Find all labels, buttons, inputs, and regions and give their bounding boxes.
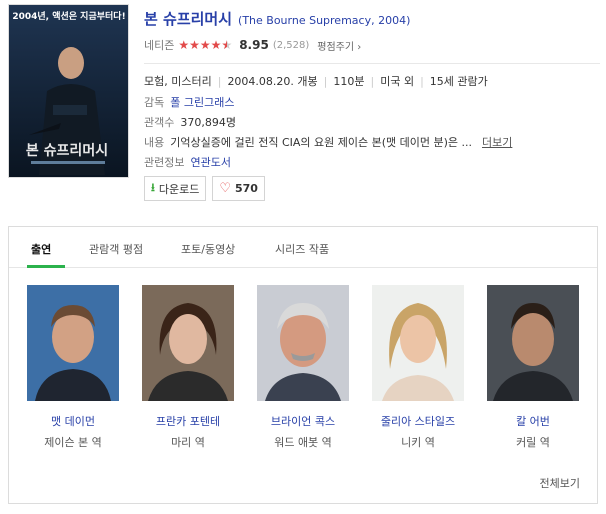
download-label: 다운로드: [158, 182, 200, 196]
star-icon: ★: [178, 38, 190, 52]
view-all-link[interactable]: 전체보기: [540, 475, 580, 491]
content-row: 내용 기억상실증에 걸린 전직 CIA의 요원 제이슨 본(맷 데이먼 분)은 …: [144, 132, 600, 152]
cast-role: 니키 역: [401, 436, 435, 449]
genre: 모험, 미스터리: [144, 75, 212, 88]
tab-cast[interactable]: 출연: [31, 241, 51, 257]
separator: |: [420, 74, 424, 88]
title-row: 본 슈프리머시 (The Bourne Supremacy, 2004): [144, 8, 600, 30]
rate-button-label: 평점주기: [317, 41, 355, 53]
download-arrow-icon: ⭳: [151, 181, 155, 194]
star-icon: ★: [189, 38, 200, 52]
cast-item[interactable]: 브라이언 콕스 워드 애봇 역: [257, 285, 349, 450]
cast-photo[interactable]: [487, 285, 579, 401]
audience-row: 관객수 370,894명: [144, 112, 600, 132]
meta-row: 모험, 미스터리 | 2004.08.20. 개봉 | 110분 | 미국 외 …: [144, 72, 600, 90]
poster-tagline: 2004년, 액션은 지금부터다!: [12, 10, 125, 22]
chevron-right-icon: ›: [354, 41, 362, 53]
cast-name[interactable]: 맷 데이먼: [27, 413, 119, 429]
cast-photo[interactable]: [27, 285, 119, 401]
release-date: 2004.08.20. 개봉: [227, 75, 318, 88]
more-link[interactable]: 더보기: [482, 134, 512, 150]
cast-photo[interactable]: [142, 285, 234, 401]
action-buttons: ⭳ 다운로드 ♡ 570: [144, 176, 265, 201]
related-label: 관련정보: [144, 156, 185, 169]
divider: [144, 63, 600, 64]
cast-role: 마리 역: [171, 436, 205, 449]
director-row: 감독 폴 그린그래스: [144, 92, 600, 112]
poster-title: 본 슈프리머시: [26, 143, 108, 159]
movie-info: 본 슈프리머시 (The Bourne Supremacy, 2004) 네티즌…: [144, 8, 600, 172]
tab-series[interactable]: 시리즈 작품: [275, 241, 329, 257]
cast-name[interactable]: 프란카 포텐테: [142, 413, 234, 429]
related-row: 관련정보 연관도서: [144, 152, 600, 172]
cast-photo[interactable]: [257, 285, 349, 401]
rating-score: 8.95: [239, 38, 269, 52]
movie-poster[interactable]: 2004년, 액션은 지금부터다! 본 슈프리머시: [8, 4, 129, 178]
cast-role: 커릴 역: [516, 436, 550, 449]
download-button[interactable]: ⭳ 다운로드: [144, 176, 207, 201]
country: 미국 외: [380, 75, 415, 88]
movie-original-title: (The Bourne Supremacy, 2004): [238, 14, 411, 27]
cast-name[interactable]: 칼 어번: [487, 413, 579, 429]
related-books-link[interactable]: 연관도서: [190, 154, 230, 170]
tab-photo-video[interactable]: 포토/동영상: [181, 241, 235, 257]
cast-name[interactable]: 줄리아 스타일즈: [372, 413, 464, 429]
star-icon: ★: [199, 38, 211, 52]
separator: |: [370, 74, 375, 88]
cast-photo[interactable]: [372, 285, 464, 401]
audience-count: 370,894명: [180, 116, 236, 129]
runtime: 110분: [333, 75, 365, 88]
director-label: 감독: [144, 96, 165, 109]
cast-role: 제이슨 본 역: [44, 436, 102, 449]
cast-name[interactable]: 브라이언 콕스: [257, 413, 349, 429]
tab-audience-rating[interactable]: 관람객 평점: [89, 241, 143, 257]
cast-role: 워드 애봇 역: [274, 436, 332, 449]
content-summary: 기억상실증에 걸린 전직 CIA의 요원 제이슨 본(맷 데이먼 분)은 ...: [170, 136, 472, 149]
separator: |: [217, 74, 222, 88]
cast-item[interactable]: 칼 어번 커릴 역: [487, 285, 579, 450]
tab-bar: 출연 관람객 평점 포토/동영상 시리즈 작품: [9, 227, 597, 268]
age-rating: 15세 관람가: [429, 75, 488, 88]
like-button[interactable]: ♡ 570: [212, 176, 265, 201]
movie-title[interactable]: 본 슈프리머시: [144, 8, 232, 29]
director-link[interactable]: 폴 그린그래스: [170, 94, 234, 110]
cast-item[interactable]: 맷 데이먼 제이슨 본 역: [27, 285, 119, 450]
content-label: 내용: [144, 136, 165, 149]
rating-row: 네티즌 ★ ★ ★ ★ ★★ 8.95 (2,528) 평점주기 ›: [144, 36, 600, 54]
rate-button[interactable]: 평점주기 ›: [317, 38, 361, 53]
cast-item[interactable]: 프란카 포텐테 마리 역: [142, 285, 234, 450]
half-star-icon: ★★: [221, 38, 233, 52]
active-tab-indicator: [27, 265, 65, 268]
netizen-label: 네티즌: [144, 39, 175, 52]
audience-label: 관객수: [144, 116, 175, 129]
heart-icon: ♡: [219, 181, 231, 196]
cast-item[interactable]: 줄리아 스타일즈 니키 역: [372, 285, 464, 450]
like-count: 570: [235, 182, 258, 195]
rating-count: (2,528): [272, 39, 310, 51]
cast-panel: 출연 관람객 평점 포토/동영상 시리즈 작품 맷 데이먼 제이슨 본 역 프란…: [8, 226, 598, 504]
star-icon: ★: [210, 38, 222, 52]
separator: |: [323, 74, 328, 88]
star-rating: ★ ★ ★ ★ ★★: [178, 39, 232, 51]
